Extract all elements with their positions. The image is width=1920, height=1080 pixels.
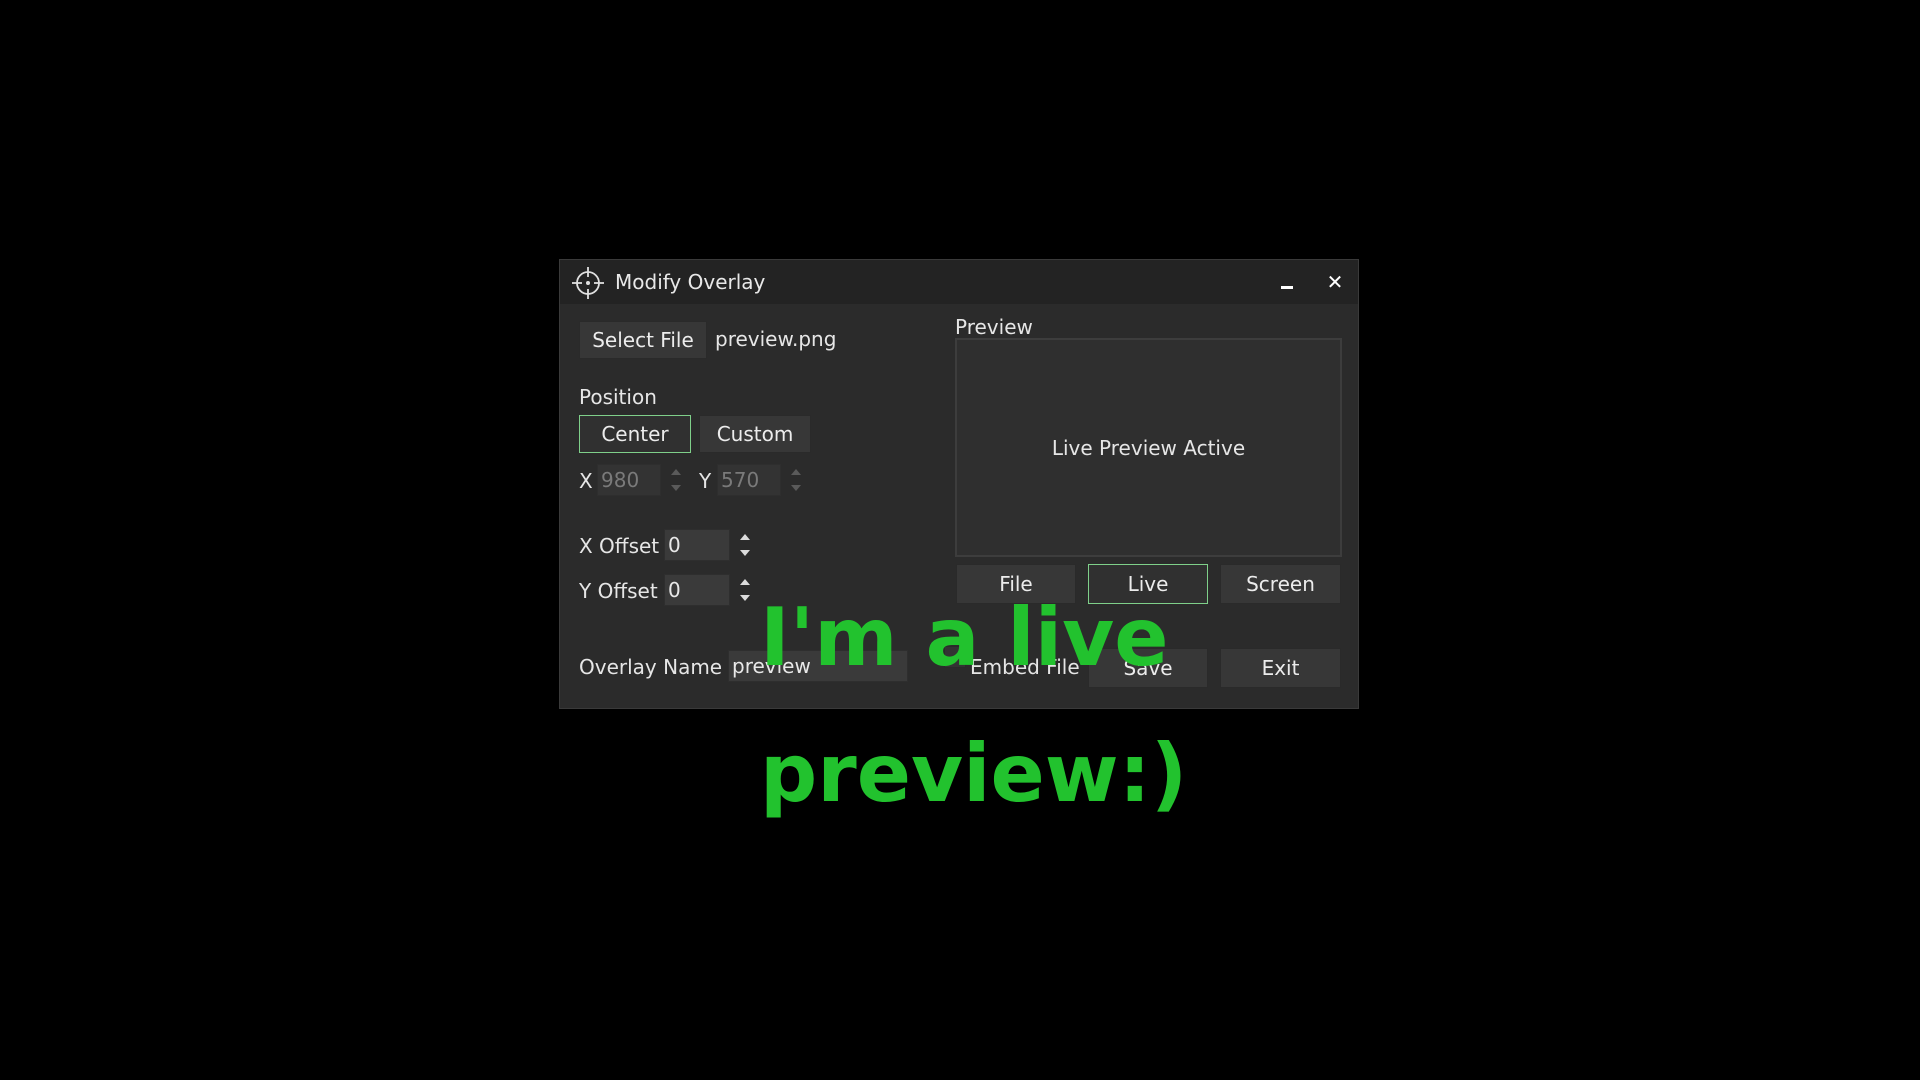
y-position-stepper[interactable] [785, 464, 807, 496]
y-offset-down-icon[interactable] [734, 590, 756, 606]
x-position-stepper[interactable] [665, 464, 687, 496]
close-button[interactable]: ✕ [1318, 268, 1352, 296]
minimize-button[interactable] [1270, 268, 1304, 296]
y-offset-up-icon[interactable] [734, 574, 756, 590]
preview-area: Live Preview Active [955, 338, 1342, 557]
position-heading: Position [579, 385, 657, 409]
live-overlay-text: I'm a live preview:) [760, 591, 1188, 820]
x-offset-label: X Offset [579, 534, 660, 558]
y-offset-input[interactable]: 0 [664, 574, 730, 606]
preview-status-text: Live Preview Active [1051, 436, 1246, 460]
x-position-input[interactable]: 980 [597, 464, 661, 496]
y-position-input[interactable]: 570 [717, 464, 781, 496]
close-icon: ✕ [1326, 270, 1344, 294]
preview-heading: Preview [955, 315, 1033, 339]
x-offset-input[interactable]: 0 [664, 529, 730, 561]
selected-filename: preview.png [715, 327, 837, 351]
y-label: Y [699, 469, 712, 493]
x-offset-down-icon[interactable] [734, 545, 756, 561]
x-label: X [579, 469, 593, 493]
overlay-name-label: Overlay Name [579, 655, 723, 679]
window-title: Modify Overlay [615, 270, 766, 294]
x-position-up-icon[interactable] [665, 464, 687, 480]
position-center-button[interactable]: Center [579, 415, 691, 453]
position-custom-button[interactable]: Custom [699, 415, 811, 453]
title-bar[interactable]: Modify Overlay ✕ [560, 260, 1358, 304]
select-file-button[interactable]: Select File [579, 321, 707, 359]
y-offset-stepper[interactable] [734, 574, 756, 606]
preview-mode-screen-button[interactable]: Screen [1220, 564, 1341, 604]
desktop: Modify Overlay ✕ Select File preview.png… [0, 0, 1920, 1080]
y-offset-label: Y Offset [579, 579, 658, 603]
y-position-down-icon[interactable] [785, 480, 807, 496]
exit-button[interactable]: Exit [1220, 648, 1341, 688]
y-position-up-icon[interactable] [785, 464, 807, 480]
minimize-icon [1281, 286, 1293, 289]
x-position-down-icon[interactable] [665, 480, 687, 496]
x-offset-up-icon[interactable] [734, 529, 756, 545]
x-offset-stepper[interactable] [734, 529, 756, 561]
crosshair-icon [572, 267, 604, 299]
